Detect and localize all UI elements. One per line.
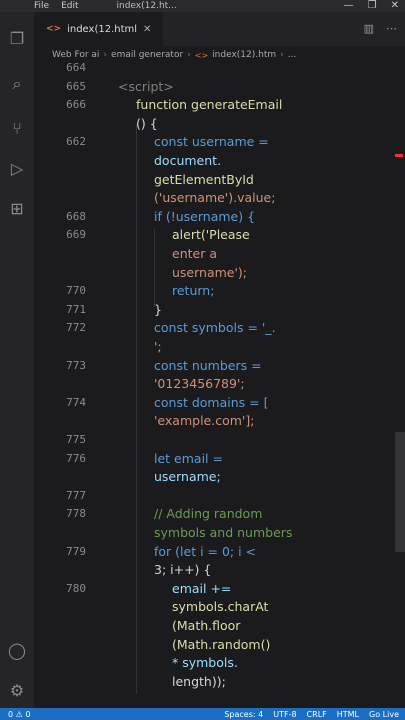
- line-number: 669: [66, 228, 86, 242]
- code-line[interactable]: symbols and numbers: [154, 525, 292, 540]
- menu-file[interactable]: File: [34, 1, 49, 11]
- activity-bar: ❐ ⌕ ⑂ ▷ ⊞ ◯ ⚙: [0, 12, 34, 708]
- code-line[interactable]: symbols.charAt: [172, 599, 268, 614]
- code-line[interactable]: return;: [172, 283, 214, 298]
- close-icon[interactable]: ✕: [391, 0, 399, 11]
- breadcrumb-symbol[interactable]: ...: [288, 50, 297, 60]
- code-editor[interactable]: 664 665 666 662 668 669 770 771 772 773 774 775 776 7…: [34, 61, 405, 708]
- status-eol[interactable]: CRLF: [307, 710, 327, 719]
- menu-bar: File Edit: [34, 1, 79, 11]
- code-area[interactable]: <script> function generateEmail () { const …: [118, 64, 388, 708]
- restore-icon[interactable]: ❐: [368, 0, 377, 11]
- line-number: 772: [66, 321, 86, 335]
- line-number: 774: [66, 395, 86, 409]
- search-icon[interactable]: ⌕: [7, 74, 27, 94]
- code-line[interactable]: getElementById: [154, 172, 254, 187]
- code-line[interactable]: enter a: [172, 246, 217, 261]
- line-number: 775: [66, 433, 86, 446]
- status-language[interactable]: HTML: [337, 710, 359, 719]
- code-line[interactable]: (Math.floor: [172, 618, 240, 633]
- title-bar: File Edit index(12.ht... — ❐ ✕: [0, 0, 405, 12]
- minimize-icon[interactable]: —: [344, 0, 354, 11]
- status-indentation[interactable]: Spaces: 4: [224, 710, 263, 719]
- code-line[interactable]: if (!username) {: [154, 209, 255, 224]
- code-line[interactable]: const numbers =: [154, 358, 262, 373]
- code-line[interactable]: * symbols.: [172, 655, 238, 670]
- source-control-icon[interactable]: ⑂: [7, 118, 27, 138]
- breadcrumb: Web For ai › email generator › <> index(…: [34, 46, 405, 64]
- line-number: 776: [66, 451, 86, 465]
- line-number: 771: [66, 302, 86, 316]
- vertical-scrollbar[interactable]: [395, 432, 405, 552]
- code-line[interactable]: const username =: [154, 134, 269, 149]
- account-icon[interactable]: ◯: [7, 640, 27, 660]
- code-line[interactable]: '0123456789';: [154, 376, 245, 391]
- code-line[interactable]: ('username').value;: [154, 190, 275, 205]
- more-actions-icon[interactable]: ⋯: [386, 22, 397, 35]
- code-line[interactable]: username');: [172, 265, 247, 280]
- code-line[interactable]: 3; i++) {: [154, 562, 211, 577]
- code-line[interactable]: const domains = [: [154, 395, 268, 410]
- code-line[interactable]: () {: [136, 116, 158, 131]
- breadcrumb-file[interactable]: index(12).htm: [212, 50, 276, 60]
- tab-index-html[interactable]: <> index(12.html ✕: [34, 12, 164, 46]
- code-line[interactable]: document.: [154, 153, 221, 168]
- line-number: 779: [66, 544, 86, 558]
- explorer-icon[interactable]: ❐: [7, 28, 27, 48]
- extensions-icon[interactable]: ⊞: [7, 198, 27, 218]
- line-number: 662: [66, 135, 86, 149]
- problems-indicator[interactable]: 0 ⚠ 0: [8, 710, 30, 719]
- code-line[interactable]: ';: [154, 339, 162, 354]
- code-line[interactable]: email +=: [172, 581, 231, 596]
- chevron-right-icon: ›: [280, 50, 284, 60]
- close-tab-icon[interactable]: ✕: [143, 24, 151, 35]
- menu-edit[interactable]: Edit: [61, 1, 78, 11]
- code-line[interactable]: <script>: [118, 79, 174, 94]
- line-number: 777: [66, 488, 86, 502]
- line-number: 773: [66, 358, 86, 372]
- code-line[interactable]: 'example.com'];: [154, 413, 254, 428]
- code-line[interactable]: let email =: [154, 451, 223, 466]
- line-number: 664: [66, 61, 86, 74]
- status-bar: 0 ⚠ 0 Spaces: 4 UTF-8 CRLF HTML Go Live: [0, 708, 405, 720]
- error-marker: [395, 154, 403, 157]
- breadcrumb-folder[interactable]: Web For ai: [52, 50, 99, 60]
- tab-bar: <> index(12.html ✕ ▥ ⋯: [34, 12, 405, 46]
- code-line[interactable]: alert('Please: [172, 227, 250, 242]
- code-line[interactable]: for (let i = 0; i <: [154, 544, 256, 559]
- code-line[interactable]: length));: [172, 674, 226, 689]
- line-number-gutter: 664 665 666 662 668 669 770 771 772 773 774 775 776 7…: [34, 61, 86, 708]
- tab-label: index(12.html: [67, 23, 138, 35]
- html-file-icon: <>: [46, 24, 62, 34]
- line-number: 770: [66, 284, 86, 298]
- html-file-icon: <>: [194, 50, 209, 60]
- code-line[interactable]: (Math.random(): [172, 637, 270, 652]
- breadcrumb-subfolder[interactable]: email generator: [111, 50, 183, 60]
- status-encoding[interactable]: UTF-8: [273, 710, 296, 719]
- chevron-right-icon: ›: [187, 50, 191, 60]
- line-number: 668: [66, 209, 86, 223]
- code-line[interactable]: username;: [154, 469, 221, 484]
- code-line[interactable]: }: [154, 302, 162, 317]
- code-line[interactable]: function generateEmail: [136, 97, 282, 112]
- window-title: index(12.ht...: [116, 1, 177, 11]
- status-go-live[interactable]: Go Live: [369, 710, 399, 719]
- gear-icon[interactable]: ⚙: [7, 680, 27, 700]
- run-debug-icon[interactable]: ▷: [7, 158, 27, 178]
- split-editor-icon[interactable]: ▥: [364, 22, 374, 35]
- line-number: 666: [66, 98, 86, 112]
- chevron-right-icon: ›: [103, 50, 108, 60]
- line-number: 780: [66, 581, 86, 595]
- code-line[interactable]: const symbols = '_.: [154, 320, 276, 335]
- code-line[interactable]: // Adding random: [154, 506, 262, 521]
- line-number: 778: [66, 507, 86, 521]
- line-number: 665: [66, 79, 86, 93]
